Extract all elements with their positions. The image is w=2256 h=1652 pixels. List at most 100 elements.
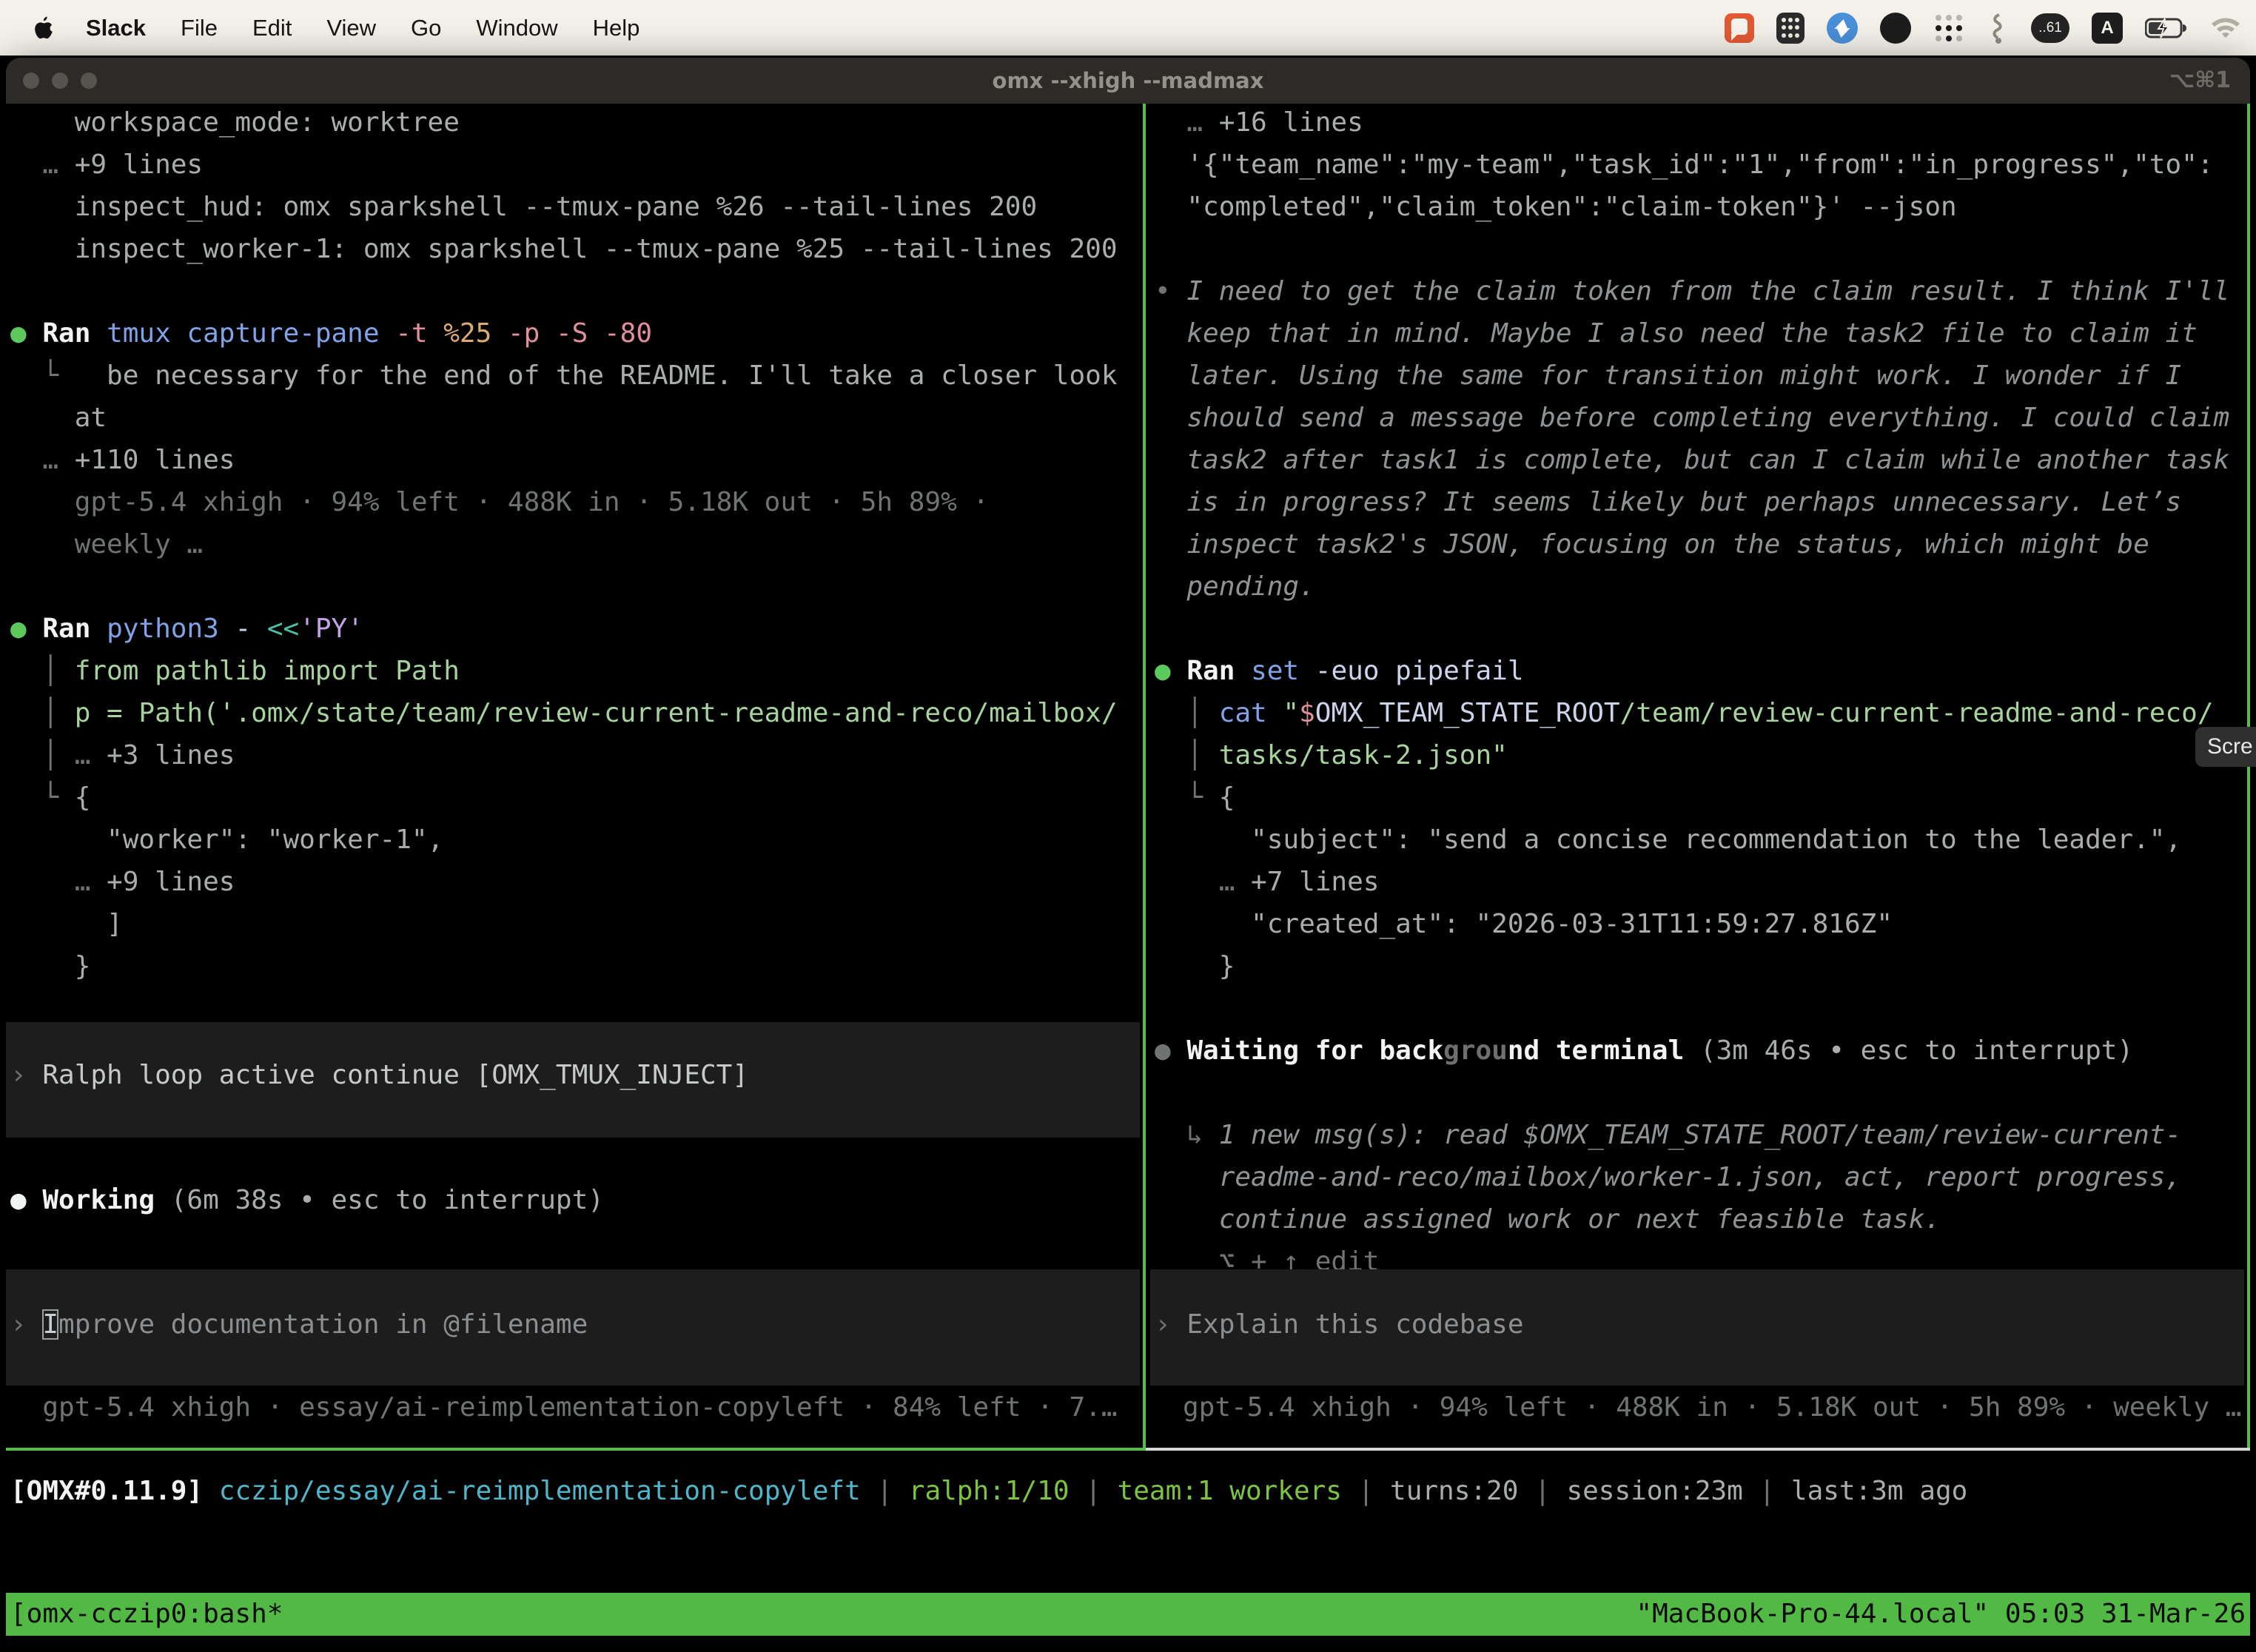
terminal-text-segment: 1 new msg(s): read $OMX_TEAM_STATE_ROOT/…	[1219, 1120, 2181, 1150]
left-notice-line: › Ralph loop active continue [OMX_TMUX_I…	[10, 1054, 748, 1096]
terminal-line: continue assigned work or next feasible …	[1155, 1198, 2250, 1240]
terminal-text-segment: grou	[1443, 1035, 1508, 1066]
terminal-line: workspace_mode: worktree	[10, 101, 1138, 144]
tmux-host-clock-label: "MacBook-Pro-44.local" 05:03 31-Mar-26	[1636, 1593, 2246, 1636]
terminal-line: }	[10, 945, 1138, 987]
terminal-line: … +110 lines	[10, 439, 1138, 481]
terminal-text-segment: |	[1070, 1476, 1118, 1506]
terminal-text-segment: +16 lines	[1219, 107, 1363, 138]
terminal-line: }	[1155, 945, 2250, 987]
terminal-text-segment: (6m 38s • esc to interrupt)	[171, 1185, 604, 1215]
terminal-line	[1155, 987, 2250, 1030]
terminal-text-segment: …	[10, 150, 75, 180]
terminal-text-segment: "	[1283, 698, 1299, 728]
terminal-text-segment: 'PY'	[299, 614, 363, 644]
terminal-text-segment: Ran	[1186, 656, 1251, 686]
terminal-text-segment: ●	[10, 318, 42, 349]
terminal-line: │ cat "$OMX_TEAM_STATE_ROOT/team/review-…	[1155, 692, 2250, 734]
terminal-text-segment: (3m 46s • esc to interrupt)	[1700, 1035, 2133, 1066]
terminal-text-segment: I	[42, 1309, 58, 1340]
terminal-text-segment: …	[10, 867, 107, 897]
terminal-text-segment: gpt-5.4 xhigh · 94% left · 488K in · 5.1…	[10, 487, 989, 517]
terminal-line: … +9 lines	[10, 861, 1138, 903]
terminal-text-segment: ›	[10, 1309, 42, 1340]
terminal-text-segment: │	[1155, 740, 1219, 770]
terminal-text-segment: /team/review-current-readme-and-reco/	[1620, 698, 2214, 728]
terminal-line: ● Waiting for background terminal (3m 46…	[1155, 1030, 2250, 1072]
terminal-text-segment: {	[1219, 782, 1235, 813]
terminal-text-segment: session:23m	[1566, 1476, 1742, 1506]
terminal-text-segment: -S	[556, 318, 604, 349]
terminal-line: gpt-5.4 xhigh · 94% left · 488K in · 5.1…	[10, 481, 1138, 523]
terminal-text-segment: |	[1342, 1476, 1390, 1506]
left-input-placeholder[interactable]: › Improve documentation in @filename	[10, 1303, 588, 1346]
terminal-text-segment: OMX_TEAM_STATE_ROOT	[1315, 698, 1620, 728]
terminal-text-segment: ralph:1/10	[909, 1476, 1070, 1506]
inactive-pane-bottom-border	[1146, 1448, 2250, 1451]
terminal-text-segment: |	[861, 1476, 909, 1506]
terminal-text-segment	[203, 1476, 219, 1506]
terminal-text-segment: ●	[10, 1185, 42, 1215]
terminal-text-segment: inspect_hud: omx sparkshell --tmux-pane …	[10, 192, 1037, 222]
terminal-text-segment: …	[10, 445, 75, 475]
terminal-line: │ tasks/task-2.json"	[1155, 734, 2250, 776]
tmux-session-label[interactable]: [omx-cczip0:bash*	[10, 1593, 283, 1636]
terminal-line: inspect_worker-1: omx sparkshell --tmux-…	[10, 228, 1138, 270]
terminal-text-segment: set	[1251, 656, 1315, 686]
terminal-text-segment: '{"team_name":"my-team","task_id":"1","f…	[1155, 150, 2213, 180]
terminal-text-segment: last:3m ago	[1791, 1476, 1967, 1506]
terminal-text-segment: mprove documentation in @filename	[58, 1309, 588, 1340]
terminal-line: weekly …	[10, 523, 1138, 565]
screen-share-overlay[interactable]: Scre	[2195, 727, 2256, 767]
left-pane-status-line: gpt-5.4 xhigh · essay/ai-reimplementatio…	[10, 1386, 1118, 1428]
terminal-text-segment: ›	[10, 1060, 42, 1090]
terminal-text-segment: ↳	[1155, 1120, 1219, 1150]
terminal-line: "subject": "send a concise recommendatio…	[1155, 819, 2250, 861]
terminal-text-segment: ●	[10, 614, 42, 644]
terminal-text-segment: from pathlib import Path	[75, 656, 460, 686]
terminal-line: later. Using the same for transition mig…	[1155, 355, 2250, 397]
screen: SlackFileEditViewGoWindowHelp ..61 A	[0, 0, 2256, 1652]
terminal-text-segment: │	[1155, 698, 1219, 728]
terminal-line: ● Ran tmux capture-pane -t %25 -p -S -80	[10, 312, 1138, 355]
terminal-text-segment: I need to get the claim token from the c…	[1186, 276, 2229, 306]
terminal-line	[10, 270, 1138, 312]
pane-divider[interactable]	[1143, 104, 1146, 1450]
terminal-line: │ p = Path('.omx/state/team/review-curre…	[10, 692, 1138, 734]
terminal-text-segment: tmux capture-pane	[107, 318, 395, 349]
terminal-text-segment: team:1 workers	[1118, 1476, 1342, 1506]
left-working-status: ● Working (6m 38s • esc to interrupt)	[10, 1179, 604, 1221]
terminal-line: └ be necessary for the end of the README…	[10, 355, 1138, 397]
terminal-line: ↳ 1 new msg(s): read $OMX_TEAM_STATE_ROO…	[1155, 1114, 2250, 1156]
terminal-text-segment: }	[1155, 951, 1235, 981]
terminal-line: └ {	[10, 776, 1138, 819]
terminal-line: • I need to get the claim token from the…	[1155, 270, 2250, 312]
terminal-text-segment: "completed","claim_token":"claim-token"}…	[1155, 192, 1957, 222]
terminal-line	[1155, 228, 2250, 270]
terminal-text-segment: task2 after task1 is complete, but can I…	[1155, 445, 2229, 475]
terminal-text-segment: "subject": "send a concise recommendatio…	[1155, 825, 2181, 855]
terminal-text-segment: readme-and-reco/mailbox/worker-1.json, a…	[1155, 1162, 2181, 1192]
terminal-line: "created_at": "2026-03-31T11:59:27.816Z"	[1155, 903, 2250, 945]
terminal-line: │ … +3 lines	[10, 734, 1138, 776]
terminal-line: ● Ran set -euo pipefail	[1155, 650, 2250, 692]
terminal-line: │ from pathlib import Path	[10, 650, 1138, 692]
terminal-text-segment: cat	[1219, 698, 1283, 728]
terminal-line: '{"team_name":"my-team","task_id":"1","f…	[1155, 144, 2250, 186]
terminal-text-segment: turns:20	[1390, 1476, 1518, 1506]
terminal-text-segment: gpt-5.4 xhigh · 94% left · 488K in · 5.1…	[1183, 1392, 2241, 1423]
terminal-line: inspect task2's JSON, focusing on the st…	[1155, 523, 2250, 565]
terminal-line: ● Ran python3 - <<'PY'	[10, 608, 1138, 650]
terminal-text-segment: nd terminal	[1508, 1035, 1700, 1066]
terminal-text-segment: at	[10, 403, 107, 433]
terminal-text-segment: +9 lines	[107, 867, 235, 897]
terminal-line: inspect_hud: omx sparkshell --tmux-pane …	[10, 186, 1138, 228]
terminal-text-segment: ›	[1155, 1309, 1186, 1340]
terminal-text-segment: │	[10, 740, 75, 770]
terminal-text-segment: ●	[1155, 656, 1186, 686]
terminal-line: "worker": "worker-1",	[10, 819, 1138, 861]
left-pane: workspace_mode: worktree … +9 lines insp…	[10, 101, 1138, 987]
terminal-text-segment: |	[1518, 1476, 1566, 1506]
terminal-line: keep that in mind. Maybe I also need the…	[1155, 312, 2250, 355]
right-input-placeholder[interactable]: › Explain this codebase	[1155, 1303, 1524, 1346]
